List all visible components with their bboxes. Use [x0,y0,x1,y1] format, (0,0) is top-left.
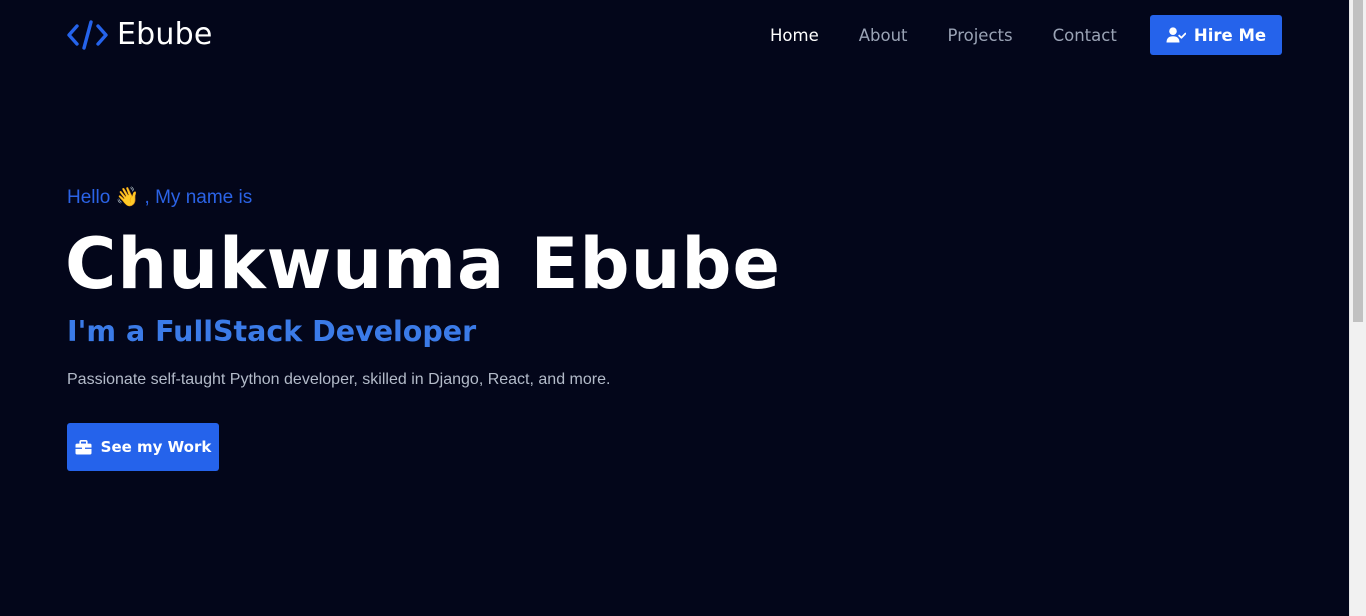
see-my-work-button[interactable]: See my Work [67,423,219,471]
hero-name: Chukwuma Ebube [65,223,781,305]
nav-link-home[interactable]: Home [770,26,819,45]
page: Ebube Home About Projects Contact Hire M… [0,0,1366,616]
nav-link-about[interactable]: About [859,26,908,45]
vertical-scrollbar[interactable] [1349,0,1366,616]
greeting-suffix: , My name is [144,187,253,208]
navbar: Ebube Home About Projects Contact Hire M… [0,0,1349,70]
hero-greeting: Hello 👋 , My name is [67,186,252,210]
scrollbar-thumb[interactable] [1353,0,1363,322]
briefcase-icon [75,439,92,454]
brand-logo[interactable]: Ebube [67,17,213,53]
code-brackets-icon [67,20,108,50]
user-check-icon [1166,27,1186,43]
brand-name: Ebube [117,17,213,52]
nav-menu: Home About Projects Contact [770,24,1157,46]
hire-me-label: Hire Me [1193,25,1267,45]
nav-link-contact[interactable]: Contact [1053,26,1117,45]
greeting-prefix: Hello [67,187,111,208]
waving-hand-icon: 👋 [115,187,140,208]
hero-description: Passionate self-taught Python developer,… [67,371,611,388]
see-my-work-label: See my Work [100,438,212,456]
hero-role: I'm a FullStack Developer [67,315,477,348]
nav-link-projects[interactable]: Projects [948,26,1013,45]
hire-me-button[interactable]: Hire Me [1150,15,1282,55]
